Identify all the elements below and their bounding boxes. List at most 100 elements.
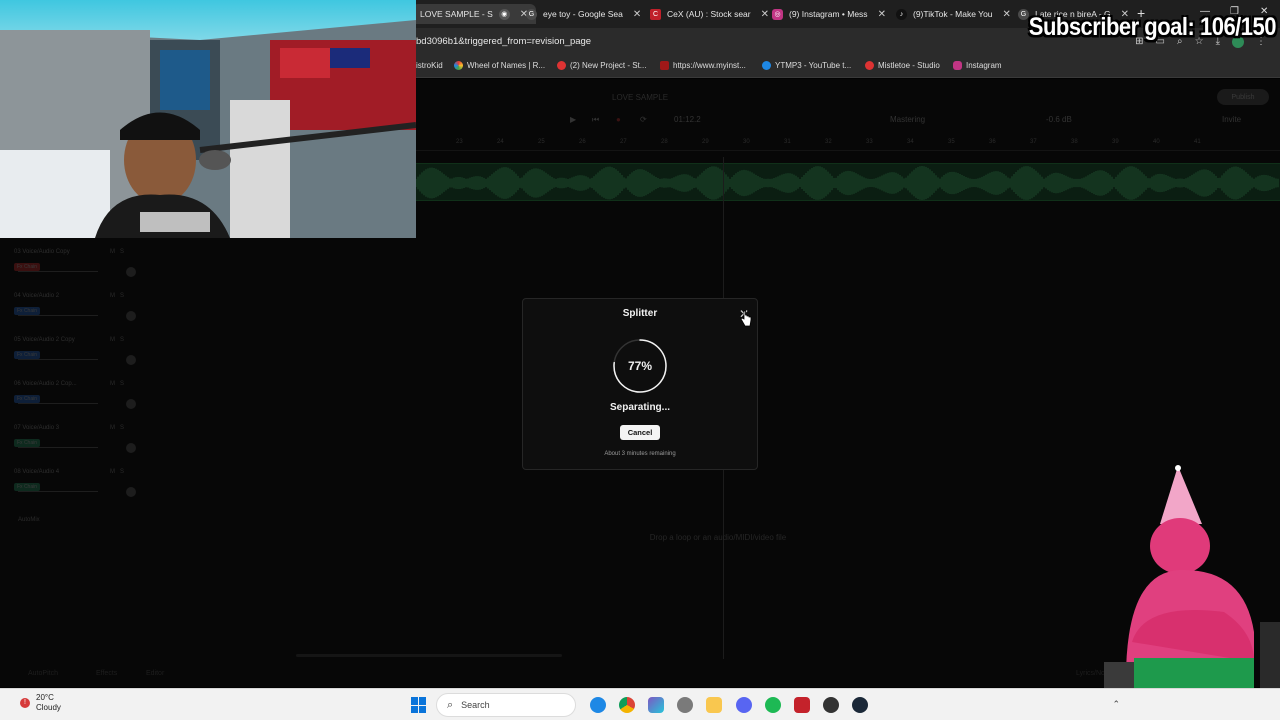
bookmark-item[interactable]: Instagram	[953, 61, 1002, 70]
mute-solo-controls[interactable]: M S	[110, 249, 124, 255]
bookmark-item[interactable]: https://www.myinst...	[660, 61, 746, 70]
tab-tiktok[interactable]: ♪ (9)TikTok - Make You ✕	[896, 4, 1011, 24]
spotify-icon[interactable]	[765, 697, 781, 713]
ytmp3-icon	[762, 61, 771, 70]
recording-icon: ◉	[498, 8, 510, 20]
ruler-tick: 39	[1112, 139, 1119, 145]
volume-slider[interactable]	[18, 315, 98, 316]
pan-knob[interactable]	[126, 355, 136, 365]
waveform-path	[416, 166, 1279, 200]
close-icon[interactable]: ✕	[633, 9, 641, 20]
mute-solo-controls[interactable]: M S	[110, 381, 124, 387]
audio-waveform[interactable]	[416, 163, 1280, 201]
pan-knob[interactable]	[126, 443, 136, 453]
ruler-tick: 41	[1194, 139, 1201, 145]
automix-label[interactable]: AutoMix	[18, 517, 40, 523]
editor-tool[interactable]: Editor	[146, 670, 164, 677]
mastering-label[interactable]: Mastering	[890, 115, 925, 124]
pan-knob[interactable]	[126, 487, 136, 497]
track-row[interactable]: 03 Voice/Audio Copy Fx Chain M S	[14, 249, 142, 289]
settings-icon[interactable]	[677, 697, 693, 713]
chrome-icon[interactable]	[619, 697, 635, 713]
steam-icon[interactable]	[852, 697, 868, 713]
fx-chain-badge[interactable]: Fx Chain	[14, 263, 41, 271]
horizontal-scrollbar[interactable]	[296, 654, 562, 657]
publish-button[interactable]: Publish	[1217, 89, 1269, 105]
tab-instagram[interactable]: ◎ (9) Instagram • Mess ✕	[772, 4, 886, 24]
fx-chain-badge[interactable]: Fx Chain	[14, 483, 41, 491]
pan-knob[interactable]	[126, 311, 136, 321]
file-explorer-icon[interactable]	[706, 697, 722, 713]
tab-label: LOVE SAMPLE - S	[420, 9, 493, 19]
search-icon: ⌕	[447, 698, 454, 711]
ruler-tick: 34	[907, 139, 914, 145]
instagram-icon	[953, 61, 962, 70]
volume-slider[interactable]	[18, 271, 98, 272]
bookmark-item[interactable]: YTMP3 - YouTube t...	[762, 61, 851, 70]
pan-knob[interactable]	[126, 399, 136, 409]
tab-love-sample[interactable]: LOVE SAMPLE - S ◉ ✕	[412, 4, 537, 24]
copilot-icon[interactable]	[648, 697, 664, 713]
ruler-tick: 26	[579, 139, 586, 145]
volume-slider[interactable]	[18, 403, 98, 404]
obs-icon[interactable]	[823, 697, 839, 713]
edge-icon[interactable]	[590, 697, 606, 713]
record-icon[interactable]: ●	[616, 115, 621, 124]
ruler-tick: 36	[989, 139, 996, 145]
url-field[interactable]: bd3096b1&triggered_from=revision_page	[416, 36, 591, 47]
tab-google-search[interactable]: G eye toy - Google Sea ✕	[526, 4, 641, 24]
fx-chain-badge[interactable]: Fx Chain	[14, 439, 41, 447]
autopitch-tool[interactable]: AutoPitch	[28, 670, 58, 677]
volume-slider[interactable]	[18, 359, 98, 360]
play-icon[interactable]: ▶	[570, 115, 576, 124]
track-row[interactable]: 08 Voice/Audio 4 Fx Chain M S	[14, 469, 142, 509]
hand-cursor-icon	[740, 310, 752, 327]
mute-solo-controls[interactable]: M S	[110, 425, 124, 431]
fx-chain-badge[interactable]: Fx Chain	[14, 351, 41, 359]
effects-tool[interactable]: Effects	[96, 670, 117, 677]
fx-chain-badge[interactable]: Fx Chain	[14, 307, 41, 315]
track-row[interactable]: 07 Voice/Audio 3 Fx Chain M S	[14, 425, 142, 465]
tab-cex[interactable]: C CeX (AU) : Stock sear ✕	[650, 4, 769, 24]
cex-icon: C	[650, 8, 661, 20]
bookmark-item[interactable]: Mistletoe - Studio	[865, 61, 940, 70]
bookmark-item[interactable]: Wheel of Names | R...	[454, 61, 545, 70]
ruler-tick: 29	[702, 139, 709, 145]
bookmark-label: Mistletoe - Studio	[878, 61, 940, 70]
obs-app-icon[interactable]	[794, 697, 810, 713]
close-icon[interactable]: ✕	[1003, 9, 1011, 20]
weather-temp: 20°C	[36, 693, 54, 702]
rewind-icon[interactable]: ⏮	[592, 115, 599, 125]
invite-button[interactable]: Invite	[1222, 115, 1241, 124]
webcam-feed	[0, 0, 416, 238]
cancel-button[interactable]: Cancel	[620, 425, 660, 440]
pan-knob[interactable]	[126, 267, 136, 277]
bookmark-item[interactable]: istroKid	[416, 61, 443, 70]
ruler-tick: 35	[948, 139, 955, 145]
taskbar-search[interactable]: ⌕ Search	[436, 693, 576, 717]
start-button[interactable]	[411, 697, 427, 713]
track-row[interactable]: 05 Voice/Audio 2 Copy Fx Chain M S	[14, 337, 142, 377]
drop-hint: Drop a loop or an audio/MIDI/video file	[649, 533, 787, 542]
bookmark-label: istroKid	[416, 61, 443, 70]
volume-slider[interactable]	[18, 447, 98, 448]
progress-percent: 77%	[627, 359, 653, 373]
discord-icon[interactable]	[736, 697, 752, 713]
close-icon[interactable]: ✕	[761, 9, 769, 20]
track-row[interactable]: 04 Voice/Audio 2 Fx Chain M S	[14, 293, 142, 333]
weather-widget[interactable]: ! 20°C Cloudy	[20, 693, 61, 713]
fx-chain-badge[interactable]: Fx Chain	[14, 395, 41, 403]
bookmark-item[interactable]: (2) New Project - St...	[557, 61, 646, 70]
track-row[interactable]: 06 Voice/Audio 2 Cop... Fx Chain M S	[14, 381, 142, 421]
bookmark-label: (2) New Project - St...	[570, 61, 647, 70]
wheel-icon	[454, 61, 463, 70]
mute-solo-controls[interactable]: M S	[110, 469, 124, 475]
close-icon[interactable]: ✕	[878, 9, 886, 20]
bottom-toolbar: AutoPitch Effects Editor Lyrics/Notes	[0, 667, 1280, 683]
volume-slider[interactable]	[18, 491, 98, 492]
loop-icon[interactable]: ⟳	[640, 115, 647, 124]
mute-solo-controls[interactable]: M S	[110, 293, 124, 299]
system-tray[interactable]: ⌃	[1112, 699, 1120, 710]
google-icon: G	[526, 8, 537, 20]
mute-solo-controls[interactable]: M S	[110, 337, 124, 343]
